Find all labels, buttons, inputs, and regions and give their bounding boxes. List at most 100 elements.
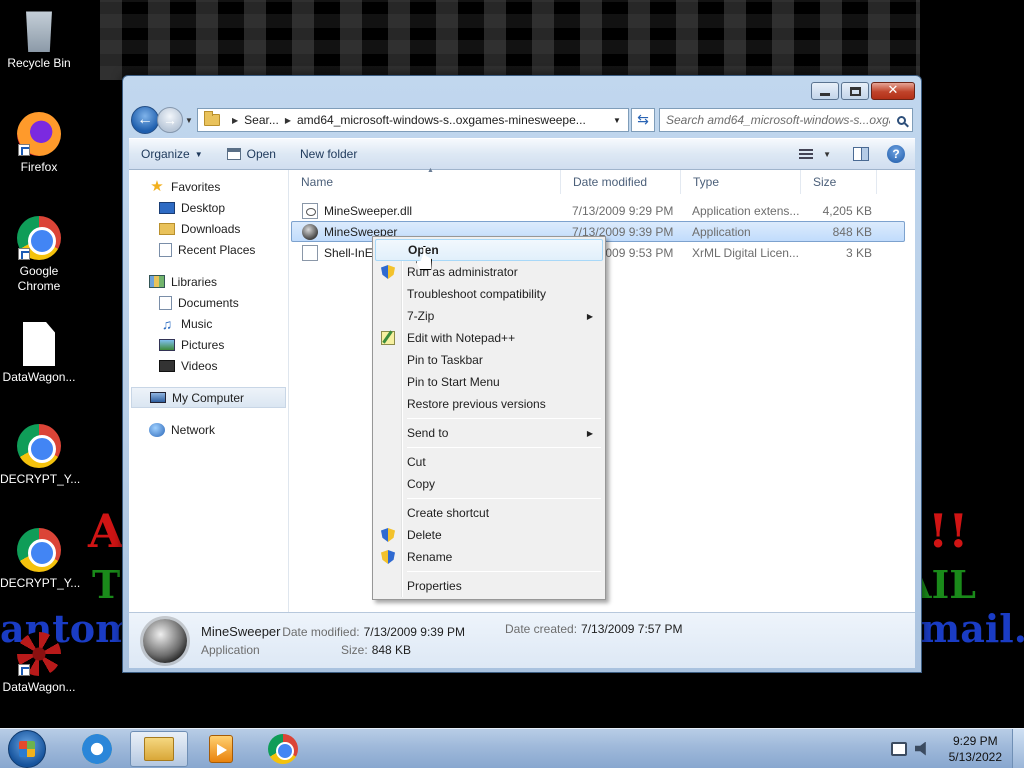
chevron-down-icon[interactable]: ▼	[823, 150, 831, 159]
taskbar-ie[interactable]	[68, 731, 126, 767]
taskbar-media-player[interactable]	[192, 731, 250, 767]
minesweeper-icon	[143, 618, 187, 663]
address-row: ← → ▼ ▶ Sear... ▶ amd64_microsoft-window…	[131, 106, 913, 134]
menu-item-restore-versions[interactable]: Restore previous versions	[375, 393, 603, 415]
clock[interactable]: 9:29 PM 5/13/2022	[949, 733, 1002, 765]
desktop-icon-recycle-bin[interactable]: Recycle Bin	[0, 8, 78, 71]
nav-recent-places[interactable]: Recent Places	[129, 239, 288, 260]
menu-item-open[interactable]: Open	[375, 239, 603, 261]
forward-button[interactable]: →	[157, 107, 183, 133]
desktop-icon-label: Recycle Bin	[7, 56, 71, 70]
desktop-icon-firefox[interactable]: Firefox	[0, 112, 78, 175]
nav-pictures[interactable]: Pictures	[129, 334, 288, 355]
nav-label: Downloads	[181, 221, 241, 236]
shortcut-arrow-icon	[18, 664, 30, 676]
shortcut-arrow-icon	[18, 144, 30, 156]
menu-separator	[407, 418, 601, 419]
menu-item-label: Send to	[407, 426, 449, 440]
menu-item-copy[interactable]: Copy	[375, 473, 603, 495]
videos-icon	[159, 359, 175, 372]
chevron-right-icon[interactable]: ▶	[232, 116, 238, 125]
menu-item-troubleshoot[interactable]: Troubleshoot compatibility	[375, 283, 603, 305]
file-size: 3 KB	[845, 245, 872, 260]
desktop-icon-decrypt-1[interactable]: DECRYPT_Y...	[0, 424, 80, 487]
nav-label: Videos	[181, 358, 218, 373]
back-button[interactable]: ←	[131, 106, 159, 134]
menu-item-cut[interactable]: Cut	[375, 451, 603, 473]
menu-item-pin-taskbar[interactable]: Pin to Taskbar	[375, 349, 603, 371]
chrome-icon	[268, 733, 298, 764]
start-button[interactable]	[8, 729, 46, 768]
wallpaper-text: A	[88, 504, 124, 558]
column-header-size[interactable]: Size	[801, 170, 877, 194]
nav-libraries[interactable]: Libraries	[129, 271, 288, 292]
volume-icon[interactable]	[914, 741, 926, 756]
menu-item-pin-start[interactable]: Pin to Start Menu	[375, 371, 603, 393]
downloads-folder-icon	[159, 222, 175, 235]
breadcrumb-item[interactable]: amd64_microsoft-windows-s..oxgames-mines…	[297, 113, 586, 127]
menu-item-properties[interactable]: Properties	[375, 575, 603, 597]
details-date-created: 7/13/2009 7:57 PM	[581, 622, 683, 636]
address-bar[interactable]: ▶ Sear... ▶ amd64_microsoft-windows-s..o…	[197, 108, 629, 132]
menu-item-delete[interactable]: Delete	[375, 524, 603, 546]
recent-places-icon	[159, 242, 172, 257]
menu-item-label: Edit with Notepad++	[407, 331, 516, 345]
column-header-type[interactable]: Type	[681, 170, 801, 194]
nav-videos[interactable]: Videos	[129, 355, 288, 376]
desktop-icon-datawagon[interactable]: DataWagon...	[0, 322, 78, 385]
nav-documents[interactable]: Documents	[129, 292, 288, 313]
minesweeper-icon	[302, 223, 318, 240]
internet-explorer-icon	[82, 733, 112, 764]
nav-favorites[interactable]: ★ Favorites	[129, 176, 288, 197]
help-icon[interactable]: ?	[887, 145, 905, 163]
view-options-icon[interactable]	[799, 149, 814, 159]
chevron-right-icon[interactable]: ▶	[285, 116, 291, 125]
minimize-button[interactable]	[811, 82, 839, 100]
recent-pages-button[interactable]: ▼	[183, 116, 195, 125]
menu-item-rename[interactable]: Rename	[375, 546, 603, 568]
nav-label: Documents	[178, 295, 239, 310]
search-icon[interactable]	[890, 115, 912, 125]
column-header-name[interactable]: Name	[289, 170, 561, 194]
address-dropdown-button[interactable]: ▼	[606, 109, 628, 131]
new-folder-button[interactable]: New folder	[288, 139, 369, 169]
open-button[interactable]: Open	[215, 139, 288, 169]
close-button[interactable]: ✕	[871, 82, 915, 100]
organize-button[interactable]: Organize ▼	[129, 139, 215, 169]
menu-separator	[407, 447, 601, 448]
refresh-button[interactable]: ⇆	[631, 108, 655, 132]
folder-icon	[144, 736, 174, 761]
desktop-icon-decrypt-2[interactable]: DECRYPT_Y...	[0, 528, 80, 591]
menu-item-send-to[interactable]: Send to ▶	[375, 422, 603, 444]
wallpaper-text: !!	[928, 504, 969, 558]
refresh-icon: ⇆	[637, 112, 649, 128]
desktop-icon-datawagon-2[interactable]: DataWagon...	[0, 632, 78, 695]
nav-music[interactable]: ♫ Music	[129, 313, 288, 334]
menu-item-7zip[interactable]: 7-Zip ▶	[375, 305, 603, 327]
show-desktop-button[interactable]	[1012, 729, 1024, 768]
nav-label: Network	[171, 422, 216, 437]
folder-icon	[204, 111, 220, 126]
preview-pane-icon[interactable]	[853, 147, 869, 161]
nav-downloads[interactable]: Downloads	[129, 218, 288, 239]
menu-item-label: Delete	[407, 528, 442, 542]
maximize-button[interactable]	[841, 82, 869, 100]
breadcrumb-item[interactable]: Sear...	[244, 113, 279, 127]
taskbar-explorer[interactable]	[130, 730, 188, 767]
network-icon[interactable]	[890, 741, 907, 756]
details-size: 848 KB	[371, 642, 412, 657]
menu-item-run-as-administrator[interactable]: Run as administrator	[375, 261, 603, 283]
menu-item-create-shortcut[interactable]: Create shortcut	[375, 502, 603, 524]
license-file-icon	[302, 244, 318, 261]
nav-desktop[interactable]: Desktop	[129, 197, 288, 218]
nav-my-computer[interactable]: My Computer	[131, 387, 286, 408]
column-header-date[interactable]: Date modified	[561, 170, 681, 194]
nav-network[interactable]: Network	[129, 419, 288, 440]
taskbar-chrome[interactable]	[254, 731, 312, 767]
chevron-down-icon: ▼	[185, 115, 193, 125]
menu-item-edit-notepadpp[interactable]: Edit with Notepad++	[375, 327, 603, 349]
search-input[interactable]: Search amd64_microsoft-windows-s...oxgam…	[659, 108, 913, 132]
desktop-icon-chrome[interactable]: Google Chrome	[0, 216, 78, 294]
file-row[interactable]: MineSweeper.dll 7/13/2009 9:29 PM Applic…	[291, 200, 905, 221]
menu-item-label: 7-Zip	[407, 309, 435, 323]
